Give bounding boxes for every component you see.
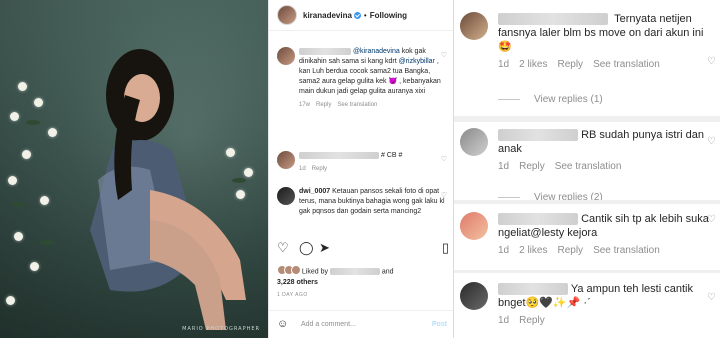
redacted-username (498, 283, 568, 296)
see-translation-link[interactable]: See translation (593, 59, 660, 70)
avatar[interactable] (460, 128, 488, 156)
model-figure (90, 49, 246, 330)
flower-decoration (8, 176, 17, 185)
flower-decoration (6, 296, 15, 305)
heart-icon[interactable]: ♡ (707, 136, 716, 147)
flower-decoration (48, 128, 57, 137)
redacted-username (498, 129, 578, 142)
comment-text: # CB # (380, 152, 403, 159)
liked-by-label: Liked by (301, 268, 328, 276)
avatar[interactable] (277, 47, 295, 65)
heart-icon[interactable]: ♡ (707, 214, 716, 225)
list-item: RB sudah punya istri dan anak 1d Reply See… (460, 128, 716, 174)
flower-decoration (14, 232, 23, 241)
heart-icon[interactable]: ♡ (441, 191, 447, 201)
see-translation-link[interactable]: See translation (337, 102, 377, 108)
comment-time: 1d (498, 245, 510, 256)
leaf-decoration (12, 202, 26, 207)
emoji-icon[interactable]: ☺ (277, 318, 288, 330)
heart-icon[interactable]: ♡ (441, 51, 447, 61)
like-heart-icon[interactable]: ♡ (277, 240, 289, 256)
zoomed-comments-panel: Ternyata netijen fansnya laler blm bs mo… (454, 0, 720, 338)
divider (454, 116, 720, 122)
heart-icon[interactable]: ♡ (441, 155, 447, 165)
post-photo: MARIO PHOTOGRAPHER (0, 0, 268, 338)
mention-link[interactable]: @kiranadevina (353, 48, 400, 55)
avatar[interactable] (460, 212, 488, 240)
post-username[interactable]: kiranadevina (303, 11, 352, 20)
leaf-decoration (232, 178, 246, 183)
following-button[interactable]: Following (370, 11, 407, 20)
reply-button[interactable]: Reply (519, 315, 545, 326)
reply-button[interactable]: Reply (316, 102, 331, 108)
avatar[interactable] (460, 282, 488, 310)
comment-time: 1d (299, 166, 306, 172)
flower-decoration (226, 148, 235, 157)
liked-and-label: and (381, 268, 394, 276)
flower-decoration (22, 150, 31, 159)
likes-count[interactable]: 2 likes (519, 245, 547, 256)
post-panel: kiranadevina • Following @kiranadevina k… (268, 0, 454, 338)
flower-decoration (10, 112, 19, 121)
list-item: Ternyata netijen fansnya laler blm bs mo… (460, 12, 716, 72)
view-replies-link[interactable]: View replies (1) (498, 94, 603, 105)
post-button[interactable]: Post (432, 321, 447, 328)
likes-summary: Liked by and 3,228 others (277, 265, 449, 287)
flower-decoration (244, 168, 253, 177)
heart-icon[interactable]: ♡ (707, 292, 716, 303)
share-icon[interactable]: ➤ (319, 240, 330, 256)
comment-time: 1d (498, 59, 510, 70)
flower-decoration (34, 98, 43, 107)
add-comment-bar: ☺ Add a comment... Post (269, 310, 453, 339)
list-item: Ya ampun teh lesti cantik bnget🥺🖤✨📌 ·ˊ 1… (460, 282, 716, 328)
redacted-username (498, 213, 578, 226)
list-item: dwi_0007 Ketauan pansos sekali foto di o… (277, 187, 447, 217)
redacted-username (299, 47, 351, 55)
likes-count[interactable]: 2 likes (519, 59, 547, 70)
separator-dot: • (363, 10, 367, 20)
comment-time: 1d (498, 315, 510, 326)
bookmark-icon[interactable]: ▯ (442, 240, 449, 256)
see-translation-link[interactable]: See translation (555, 161, 622, 172)
comment-icon[interactable]: ◯ (299, 240, 314, 256)
photo-watermark: MARIO PHOTOGRAPHER (182, 326, 260, 332)
verified-badge-icon (353, 11, 361, 19)
heart-icon[interactable]: ♡ (707, 56, 716, 67)
add-comment-input[interactable]: Add a comment... (301, 321, 356, 328)
post-time: 1 DAY AGO (277, 292, 308, 298)
list-item: Cantik sih tp ak lebih suka ngeliat@lest… (460, 212, 716, 258)
mention-link[interactable]: @rizkybillar (399, 58, 435, 65)
liker-avatars (277, 265, 301, 278)
comments-list: @kiranadevina kok gak dinikahin sah sama… (269, 31, 453, 236)
reply-button[interactable]: Reply (557, 245, 583, 256)
leaf-decoration (26, 120, 40, 125)
redacted-username (299, 151, 379, 159)
comment-username[interactable]: dwi_0007 (299, 188, 330, 195)
list-item: @kiranadevina kok gak dinikahin sah sama… (277, 47, 447, 110)
reply-button[interactable]: Reply (312, 166, 327, 172)
avatar[interactable] (460, 12, 488, 40)
divider (454, 200, 720, 204)
flower-decoration (18, 82, 27, 91)
see-translation-link[interactable]: See translation (593, 245, 660, 256)
reply-button[interactable]: Reply (519, 161, 545, 172)
likes-count[interactable]: 3,228 others (277, 279, 318, 286)
post-actions: ♡ ◯ ➤ ▯ (277, 240, 449, 256)
comment-time: 1d (498, 161, 510, 172)
avatar[interactable] (277, 5, 297, 25)
redacted-username (498, 13, 608, 26)
divider (454, 270, 720, 273)
leaf-decoration (40, 240, 54, 245)
redacted-username (329, 268, 380, 275)
avatar[interactable] (277, 187, 295, 205)
list-item: # CB # 1d Reply ♡ (277, 151, 447, 174)
comment-time: 17w (299, 102, 311, 108)
flower-decoration (30, 262, 39, 271)
reply-button[interactable]: Reply (557, 59, 583, 70)
flower-decoration (236, 190, 245, 199)
post-header: kiranadevina • Following (269, 0, 453, 31)
avatar[interactable] (277, 151, 295, 169)
flower-decoration (40, 196, 49, 205)
